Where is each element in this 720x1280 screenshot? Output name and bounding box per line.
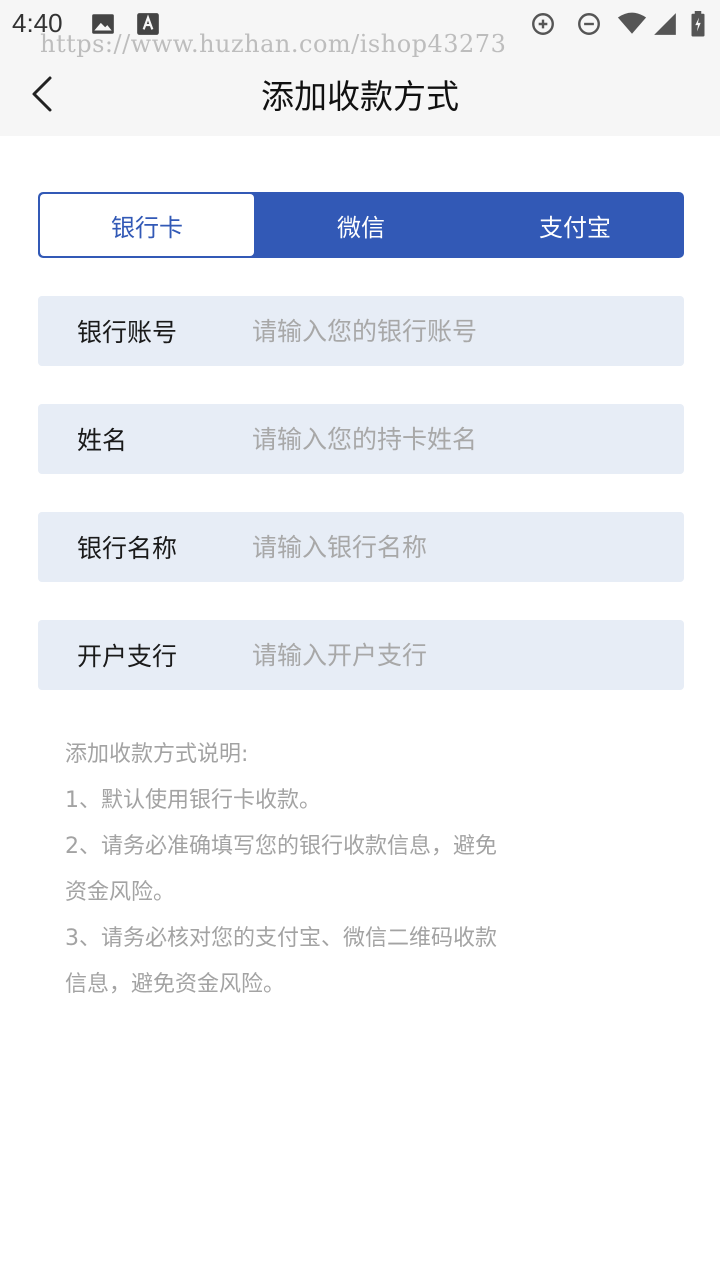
tab-alipay[interactable]: 支付宝	[468, 194, 682, 256]
bank-name-row: 银行名称	[38, 512, 684, 582]
branch-row: 开户支行	[38, 620, 684, 690]
watermark: https://www.huzhan.com/ishop43273	[40, 30, 507, 58]
bank-account-input[interactable]	[252, 306, 662, 356]
cardholder-name-input[interactable]	[252, 414, 662, 464]
instruction-line: 资金风险。	[65, 880, 176, 905]
instructions: 添加收款方式说明: 1、默认使用银行卡收款。 2、请务必准确填写您的银行收款信息…	[65, 732, 545, 1008]
payment-method-tabs: 银行卡 微信 支付宝	[38, 192, 684, 258]
bank-account-row: 银行账号	[38, 296, 684, 366]
wifi-icon	[617, 12, 647, 34]
bank-name-input[interactable]	[252, 522, 662, 572]
instruction-line: 2、请务必准确填写您的银行收款信息，避免	[65, 834, 497, 859]
branch-label: 开户支行	[77, 642, 178, 671]
tab-wechat[interactable]: 微信	[254, 194, 468, 256]
nav-bar: 添加收款方式	[0, 48, 720, 136]
instruction-line: 信息，避免资金风险。	[65, 972, 286, 997]
bank-account-label: 银行账号	[77, 318, 178, 347]
branch-input[interactable]	[252, 630, 662, 680]
instruction-line: 1、默认使用银行卡收款。	[65, 788, 321, 813]
cardholder-name-row: 姓名	[38, 404, 684, 474]
tab-bank-card[interactable]: 银行卡	[40, 194, 254, 256]
bank-name-label: 银行名称	[77, 534, 178, 563]
page-title: 添加收款方式	[261, 77, 459, 116]
instruction-line: 3、请务必核对您的支付宝、微信二维码收款	[65, 926, 497, 951]
cardholder-name-label: 姓名	[77, 426, 128, 455]
dnd-icon	[578, 13, 600, 35]
signal-icon	[654, 13, 676, 35]
instructions-title: 添加收款方式说明:	[65, 742, 249, 767]
battery-icon	[691, 11, 705, 37]
data-saver-icon	[532, 13, 554, 35]
